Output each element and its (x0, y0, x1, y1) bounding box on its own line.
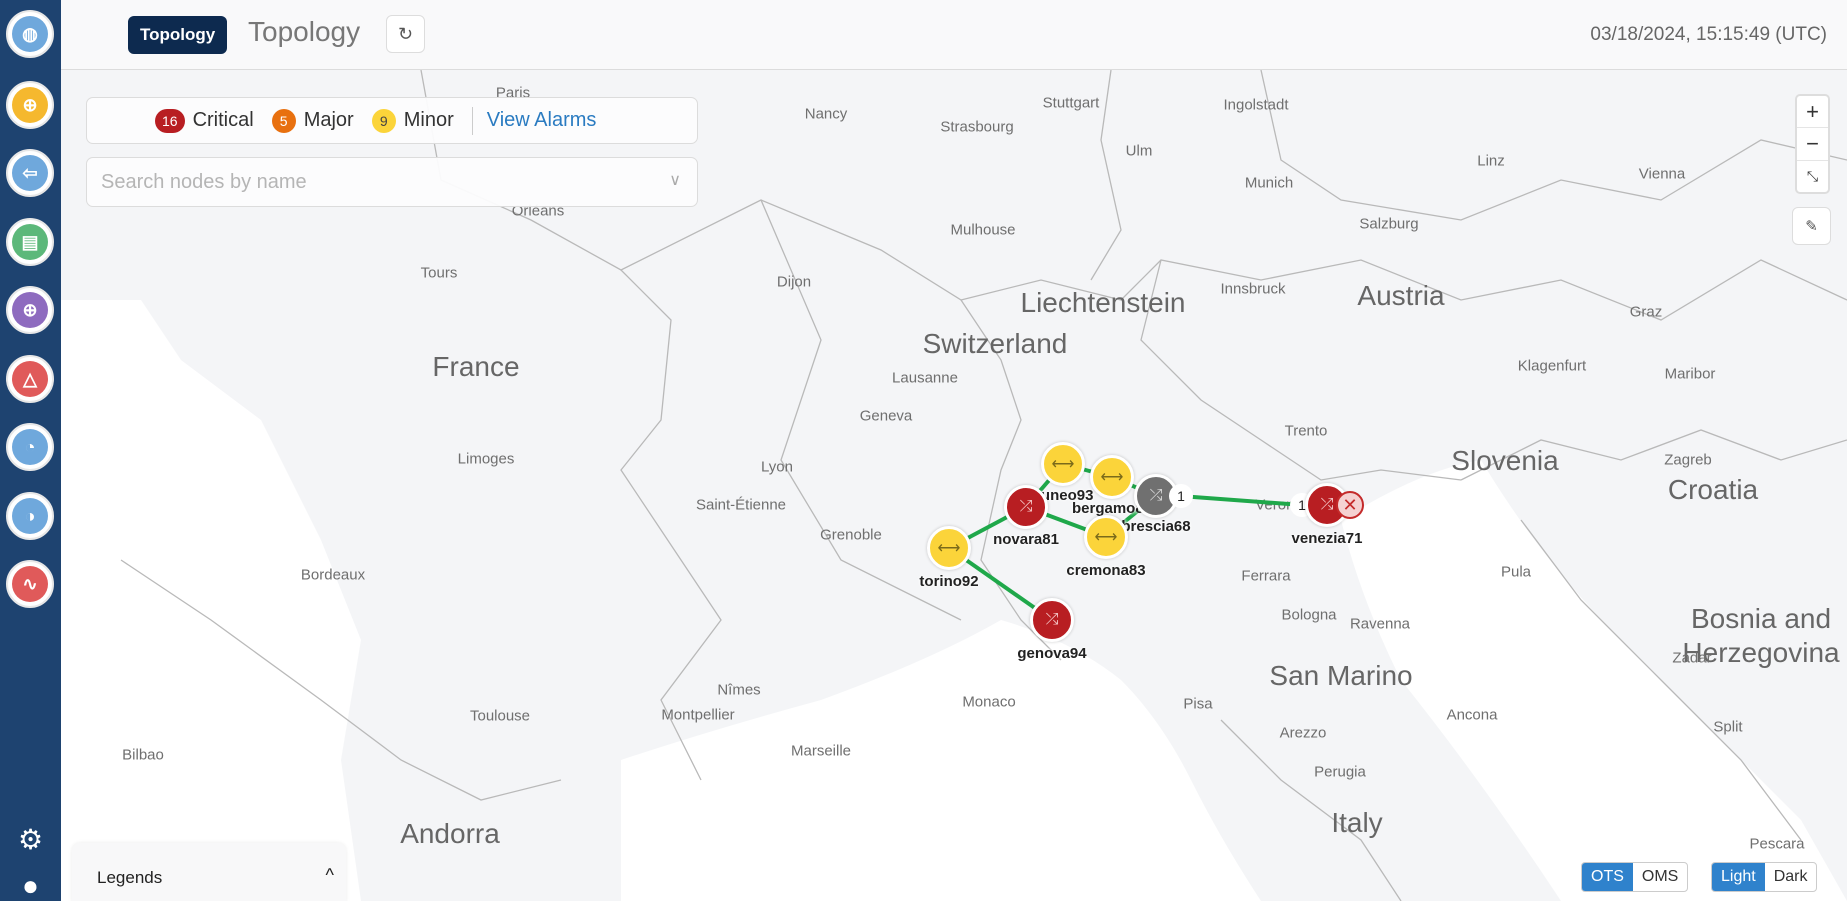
zoom-controls: + − ⤡ (1795, 94, 1830, 194)
pie-chart-icon: ◔ (12, 429, 48, 465)
chevron-down-icon[interactable]: ∨ (669, 170, 681, 190)
node-label: cremona83 (1066, 562, 1146, 579)
node-label: torino92 (919, 573, 979, 590)
gear-icon[interactable]: ⚙ (0, 823, 61, 856)
sidebar-item-inventory[interactable]: ⊕ (6, 81, 54, 129)
pencil-icon: ✎ (1805, 218, 1818, 235)
page-title: Topology (248, 16, 361, 47)
node-cuneo93[interactable]: ⟷ (1041, 442, 1085, 486)
zoom-out-button[interactable]: − (1797, 128, 1828, 161)
node-label: venezia71 (1291, 530, 1363, 547)
major-label: Major (303, 109, 354, 131)
sidebar-item-performance[interactable]: ◔ (6, 423, 54, 471)
minor-count-badge: 9 (371, 108, 396, 133)
collapse-arrows-icon: ⤡ (1806, 167, 1819, 184)
theme-toggle: Light Dark (1711, 862, 1818, 892)
error-x-icon: ✕ (1336, 491, 1364, 519)
node-label: genova94 (1017, 645, 1087, 662)
timestamp: 03/18/2024, 15:15:49 (UTC) (1590, 24, 1827, 45)
search-placeholder: Search nodes by name (101, 170, 307, 193)
alarm-minor[interactable]: 9 Minor (371, 108, 454, 133)
fit-view-button[interactable]: ⤡ (1797, 161, 1828, 192)
add-circuit-icon: ⊕ (12, 292, 48, 328)
layer-toggle: OTS OMS (1581, 862, 1689, 892)
node-bergamo80[interactable]: ⟷ (1090, 455, 1134, 499)
divider (471, 106, 473, 135)
legends-label: Legends (97, 868, 163, 887)
legends-panel[interactable]: Legends ^ (72, 843, 346, 901)
critical-count-badge: 16 (155, 108, 185, 133)
amplifier-icon: ⟷ (1051, 456, 1075, 473)
roadm-icon: ⤮ (1019, 498, 1033, 515)
amplifier-icon: ⟷ (937, 540, 961, 557)
sidebar-item-diagnostics[interactable]: ∿ (6, 560, 54, 608)
devices-icon: ⊕ (12, 87, 48, 123)
toggle-light[interactable]: Light (1712, 863, 1765, 891)
amplifier-icon: ⟷ (1094, 529, 1118, 546)
alarm-summary: 16 Critical 5 Major 9 Minor View Alarms (86, 97, 698, 144)
sidebar-item-reports[interactable]: ▤ (6, 218, 54, 266)
sidebar-item-home[interactable]: ◍ (6, 10, 54, 58)
refresh-button[interactable]: ↻ (386, 15, 425, 53)
pulse-search-icon: ∿ (12, 566, 48, 602)
topology-icon: ◑ (12, 498, 48, 534)
sidebar: ◍ ⊕ ⇦ ▤ ⊕ △ ◔ ◑ ∿ ⚙ ● (0, 0, 61, 901)
toggle-ots[interactable]: OTS (1582, 863, 1633, 891)
minor-label: Minor (403, 109, 454, 131)
zoom-in-button[interactable]: + (1797, 96, 1828, 129)
port-count-badge: 1 (1169, 484, 1193, 508)
node-novara81[interactable]: ⤮ (1004, 485, 1048, 529)
view-alarms-link[interactable]: View Alarms (487, 109, 597, 132)
roadm-icon: ⤮ (1320, 496, 1334, 513)
import-icon: ⇦ (12, 155, 48, 191)
link-brescia68-venezia71[interactable] (1179, 494, 1303, 507)
node-cremona83[interactable]: ⟷ (1084, 515, 1128, 559)
node-label: novara81 (993, 531, 1059, 548)
major-count-badge: 5 (271, 108, 296, 133)
roadm-icon: ⤮ (1045, 611, 1059, 628)
globe-icon: ◍ (12, 16, 48, 52)
user-icon[interactable]: ● (0, 870, 61, 901)
toggle-dark[interactable]: Dark (1765, 863, 1817, 891)
sidebar-item-provisioning[interactable]: ⊕ (6, 286, 54, 334)
bell-icon: △ (12, 361, 48, 397)
header-bar: Topology Topology ↻ 03/18/2024, 15:15:49… (61, 0, 1847, 70)
app-root: France Switzerland Liechtenstein Austria… (0, 0, 1847, 901)
alarm-critical[interactable]: 16 Critical (155, 108, 254, 133)
node-torino92[interactable]: ⟷ (927, 526, 971, 570)
amplifier-icon: ⟷ (1100, 469, 1124, 486)
chevron-up-icon[interactable]: ^ (326, 865, 334, 886)
refresh-icon: ↻ (397, 23, 414, 44)
toggle-oms[interactable]: OMS (1633, 863, 1687, 891)
document-icon: ▤ (12, 224, 48, 260)
alarm-major[interactable]: 5 Major (271, 108, 354, 133)
node-search-input[interactable]: Search nodes by name ∨ (86, 157, 698, 207)
roadm-icon: ⤮ (1149, 487, 1163, 504)
sidebar-item-alarms[interactable]: △ (6, 355, 54, 403)
sidebar-item-import[interactable]: ⇦ (6, 149, 54, 197)
critical-label: Critical (192, 109, 254, 131)
title-tooltip: Topology (128, 16, 228, 54)
sidebar-item-topology[interactable]: ◑ (6, 492, 54, 540)
node-genova94[interactable]: ⤮ (1030, 598, 1074, 642)
edit-button[interactable]: ✎ (1792, 207, 1831, 245)
node-label: brescia68 (1121, 518, 1191, 535)
